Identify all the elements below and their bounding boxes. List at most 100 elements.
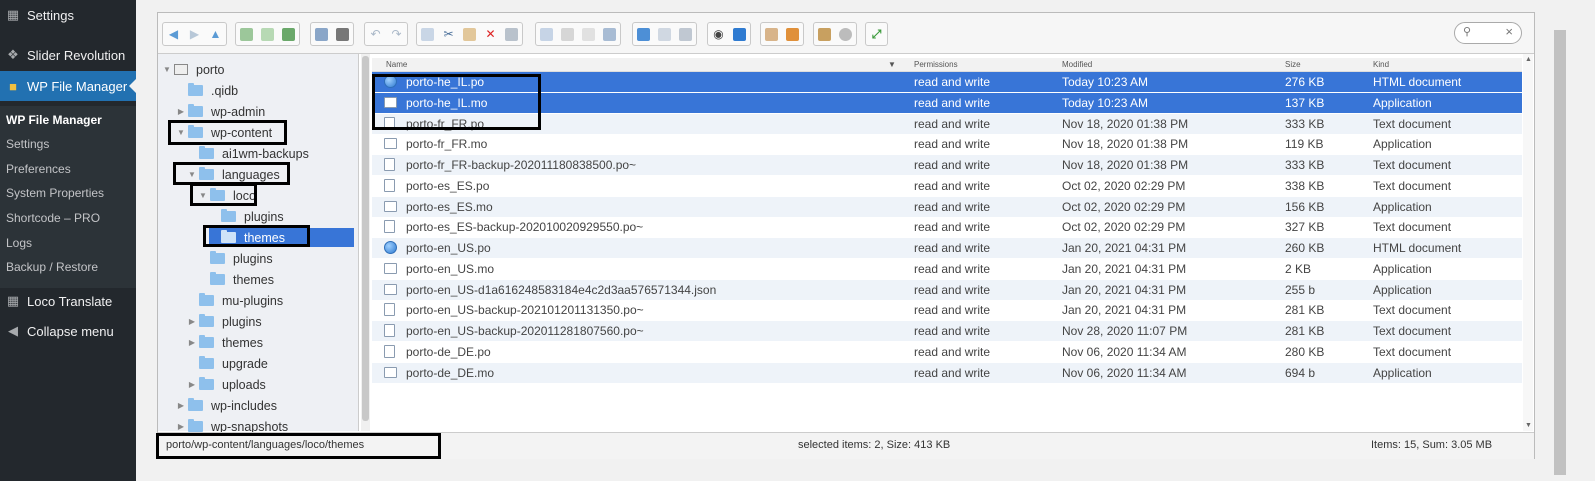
icons-view-icon[interactable] [633, 23, 654, 45]
tree-scrollbar-thumb[interactable] [362, 56, 369, 421]
edit-icon[interactable] [578, 23, 599, 45]
up-icon[interactable]: ▲ [205, 23, 226, 45]
tree-node-wp-includes[interactable]: ▶ wp-includes [176, 396, 277, 415]
tree-node-loco[interactable]: ▼ loco [198, 186, 256, 205]
column-header-size[interactable]: Size [1285, 60, 1301, 69]
archive-icon[interactable] [782, 23, 803, 45]
tree-scrollbar[interactable] [361, 54, 370, 431]
search-input[interactable]: ⚲ × [1454, 22, 1522, 44]
tree-node-qidb[interactable]: .qidb [176, 81, 238, 100]
file-row[interactable]: porto-en_US-backup-202011281807560.po~ re… [372, 321, 1522, 341]
forward-icon[interactable]: ▶ [184, 23, 205, 45]
file-row[interactable]: porto-fr_FR.mo read and write Nov 18, 2020… [372, 134, 1522, 154]
save-icon[interactable] [278, 23, 299, 45]
list-view-icon[interactable] [654, 23, 675, 45]
expand-arrow-icon[interactable]: ▶ [176, 107, 186, 116]
submenu-backup-restore[interactable]: Backup / Restore [6, 260, 98, 274]
wp-menu-wp-file-manager[interactable]: ■ WP File Manager [0, 71, 136, 101]
scroll-up-icon[interactable]: ▲ [1525, 56, 1532, 63]
file-row[interactable]: porto-fr_FR.po read and write Nov 18, 2020… [372, 113, 1522, 134]
expand-arrow-icon[interactable]: ▼ [198, 191, 208, 200]
expand-arrow-icon[interactable]: ▼ [162, 65, 172, 74]
upload-icon[interactable] [257, 23, 278, 45]
file-row[interactable]: porto-de_DE.po read and write Nov 06, 2020… [372, 342, 1522, 362]
info-icon[interactable] [729, 23, 750, 45]
expand-arrow-icon[interactable]: ▶ [187, 317, 197, 326]
tree-node-wp-admin[interactable]: ▶ wp-admin [176, 102, 265, 121]
undo-icon[interactable]: ↶ [365, 23, 386, 45]
file-row[interactable]: porto-en_US.mo read and write Jan 20, 2021… [372, 259, 1522, 279]
tree-node-languages-plugins[interactable]: plugins [198, 249, 273, 268]
download-icon[interactable] [236, 23, 257, 45]
page-scrollbar[interactable] [1553, 0, 1567, 481]
file-row[interactable]: porto-en_US.po read and write Jan 20, 2021… [372, 238, 1522, 258]
submenu-system-properties[interactable]: System Properties [6, 186, 104, 200]
fullscreen-icon[interactable]: ⤢ [866, 23, 887, 45]
file-row[interactable]: porto-es_ES.po read and write Oct 02, 2020… [372, 176, 1522, 196]
file-row[interactable]: porto-he_IL.mo read and write Today 10:23 … [372, 92, 1522, 113]
file-row[interactable]: porto-es_ES-backup-202010020929550.po~ re… [372, 217, 1522, 237]
paste-icon[interactable] [459, 23, 480, 45]
sort-icon[interactable] [675, 23, 696, 45]
resize-icon[interactable] [599, 23, 620, 45]
folder-icon [199, 146, 214, 159]
extract-icon[interactable] [761, 23, 782, 45]
redo-icon[interactable]: ↷ [386, 23, 407, 45]
cut-icon[interactable]: ✂ [438, 23, 459, 45]
tree-root[interactable]: ▼ porto [162, 60, 224, 79]
select-all-icon[interactable] [814, 23, 835, 45]
submenu-shortcode-pro[interactable]: Shortcode – PRO [6, 211, 100, 225]
file-list-scrollbar[interactable]: ▲ ▼ [1523, 54, 1533, 431]
wp-menu-loco-translate[interactable]: ▦ Loco Translate [0, 286, 136, 316]
submenu-logs[interactable]: Logs [6, 236, 32, 250]
expand-arrow-icon[interactable]: ▶ [176, 401, 186, 410]
tree-node-uploads[interactable]: ▶ uploads [187, 375, 266, 394]
sort-descending-icon[interactable]: ▼ [888, 60, 896, 69]
expand-arrow-icon[interactable]: ▼ [176, 128, 186, 137]
tree-node-themes[interactable]: ▶ themes [187, 333, 263, 352]
help-icon[interactable] [835, 23, 856, 45]
wp-menu-slider-revolution[interactable]: ❖ Slider Revolution [0, 40, 136, 70]
copy-icon[interactable] [417, 23, 438, 45]
tree-node-upgrade[interactable]: upgrade [187, 354, 268, 373]
expand-arrow-icon[interactable]: ▶ [176, 422, 186, 431]
tree-node-ai1wm-backups[interactable]: ai1wm-backups [187, 144, 309, 163]
delete-icon[interactable]: ✕ [480, 23, 501, 45]
tree-node-plugins[interactable]: ▶ plugins [187, 312, 262, 331]
toolbar-nav-group: ◀ ▶ ▲ [162, 22, 227, 46]
tree-node-mu-plugins[interactable]: mu-plugins [187, 291, 283, 310]
expand-arrow-icon[interactable]: ▶ [187, 338, 197, 347]
file-row[interactable]: porto-he_IL.po read and write Today 10:23 … [372, 72, 1522, 92]
rename-icon[interactable] [557, 23, 578, 45]
file-row[interactable]: porto-en_US-backup-202101201131350.po~ re… [372, 300, 1522, 320]
column-header-permissions[interactable]: Permissions [914, 60, 958, 69]
file-row[interactable]: porto-en_US-d1a616248583184e4c2d3aa57657… [372, 279, 1522, 300]
expand-arrow-icon[interactable]: ▼ [187, 170, 197, 179]
open-icon[interactable] [311, 23, 332, 45]
back-icon[interactable]: ◀ [163, 23, 184, 45]
tree-node-languages[interactable]: ▼ languages [187, 165, 280, 184]
file-row[interactable]: porto-es_ES.mo read and write Oct 02, 2020… [372, 196, 1522, 217]
floppy-icon[interactable] [332, 23, 353, 45]
tree-node-wp-content[interactable]: ▼ wp-content [176, 123, 272, 142]
column-header-name[interactable]: Name [386, 60, 407, 69]
tree-node-loco-plugins[interactable]: plugins [209, 207, 284, 226]
submenu-preferences[interactable]: Preferences [6, 162, 71, 176]
column-header-modified[interactable]: Modified [1062, 60, 1092, 69]
clear-search-icon[interactable]: × [1505, 24, 1513, 39]
file-row[interactable]: porto-fr_FR-backup-202011180838500.po~ re… [372, 155, 1522, 175]
page-scrollbar-thumb[interactable] [1554, 30, 1566, 475]
duplicate-icon[interactable] [536, 23, 557, 45]
scroll-down-icon[interactable]: ▼ [1525, 422, 1532, 429]
column-header-kind[interactable]: Kind [1373, 60, 1389, 69]
file-row[interactable]: porto-de_DE.mo read and write Nov 06, 2020… [372, 362, 1522, 383]
preview-icon[interactable]: ◉ [708, 23, 729, 45]
tree-node-languages-themes[interactable]: themes [198, 270, 274, 289]
wp-menu-collapse[interactable]: ◀ Collapse menu [0, 316, 136, 346]
wp-menu-settings[interactable]: ▦ Settings [0, 0, 136, 30]
submenu-wp-file-manager[interactable]: WP File Manager [6, 113, 102, 127]
submenu-settings[interactable]: Settings [6, 137, 49, 151]
trash-icon[interactable] [501, 23, 522, 45]
tree-node-loco-themes[interactable]: themes [209, 228, 354, 247]
expand-arrow-icon[interactable]: ▶ [187, 380, 197, 389]
